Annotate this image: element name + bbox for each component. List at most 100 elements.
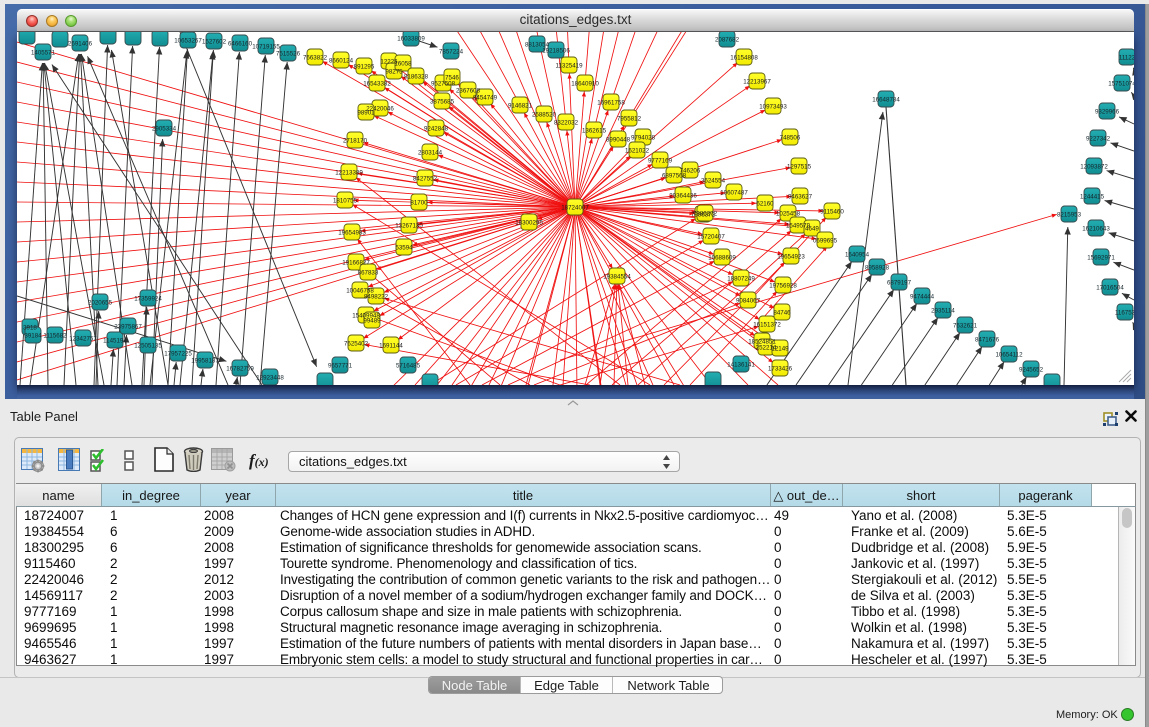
svg-text:8990448: 8990448 [606, 137, 631, 144]
svg-text:53594: 53594 [395, 245, 413, 252]
svg-text:1145194: 1145194 [103, 338, 127, 345]
svg-text:9242848: 9242848 [424, 126, 449, 133]
svg-text:5716485: 5716485 [396, 363, 421, 370]
svg-text:12149: 12149 [771, 346, 789, 353]
svg-text:18724007: 18724007 [561, 205, 589, 212]
svg-text:9245652: 9245652 [1019, 367, 1044, 374]
svg-text:15692971: 15692971 [1087, 255, 1115, 262]
svg-text:98901: 98901 [357, 110, 375, 117]
svg-text:9227342: 9227342 [1086, 136, 1111, 143]
svg-text:10973493: 10973493 [759, 104, 787, 111]
svg-text:748506: 748506 [780, 135, 801, 142]
svg-text:9146821: 9146821 [508, 103, 533, 110]
svg-text:6466160: 6466160 [228, 41, 253, 48]
svg-text:10688609: 10688609 [708, 255, 736, 262]
svg-text:8660124: 8660124 [329, 58, 354, 65]
svg-text:39184: 39184 [24, 333, 42, 340]
svg-text:10607487: 10607487 [720, 190, 748, 197]
svg-text:8471676: 8471676 [975, 337, 1000, 344]
svg-text:62160: 62160 [756, 201, 774, 208]
svg-text:746206: 746206 [680, 168, 701, 175]
svg-text:1297515: 1297515 [787, 164, 812, 171]
svg-text:1733426: 1733426 [768, 366, 793, 373]
svg-text:8186328: 8186328 [404, 74, 429, 81]
svg-text:2588520: 2588520 [532, 112, 557, 119]
svg-text:7663822: 7663822 [303, 55, 328, 62]
svg-text:18300295: 18300295 [515, 220, 543, 227]
svg-text:2367608: 2367608 [456, 88, 481, 95]
svg-text:7986372: 7986372 [693, 211, 718, 218]
svg-text:9777169: 9777169 [648, 158, 673, 165]
svg-text:8958928: 8958928 [865, 265, 890, 272]
svg-text:1810755: 1810755 [333, 198, 358, 205]
svg-text:8498222: 8498222 [364, 294, 389, 301]
svg-text:1640954: 1640954 [845, 252, 870, 259]
svg-text:1244415: 1244415 [1080, 194, 1105, 201]
svg-text:23975867: 23975867 [114, 324, 142, 331]
svg-text:19654983: 19654983 [338, 230, 366, 237]
svg-text:7546: 7546 [445, 75, 459, 82]
svg-text:20364436: 20364436 [669, 193, 697, 200]
svg-text:12505135: 12505135 [134, 343, 162, 350]
svg-text:3918: 3918 [23, 325, 37, 332]
svg-text:8427552: 8427552 [413, 176, 438, 183]
svg-text:17957225: 17957225 [164, 351, 192, 358]
svg-text:16033809: 16033809 [397, 36, 425, 43]
svg-text:1691144: 1691144 [379, 343, 403, 350]
svg-text:9474444: 9474444 [910, 294, 935, 301]
svg-text:13267130: 13267130 [395, 223, 423, 230]
svg-text:11122: 11122 [1119, 55, 1134, 62]
svg-text:1362615: 1362615 [582, 128, 607, 135]
svg-text:18807249: 18807249 [727, 276, 755, 283]
svg-text:6879197: 6879197 [887, 280, 912, 287]
svg-text:9329966: 9329966 [1095, 109, 1120, 116]
svg-text:16782759: 16782759 [226, 366, 254, 373]
svg-text:12093872: 12093872 [1080, 164, 1108, 171]
svg-text:16154808: 16154808 [730, 55, 758, 62]
svg-text:2718170: 2718170 [343, 138, 368, 145]
svg-text:18640910: 18640910 [571, 81, 599, 88]
svg-text:16151372: 16151372 [753, 322, 781, 329]
svg-text:9115460: 9115460 [820, 209, 844, 216]
svg-text:2020655: 2020655 [88, 300, 113, 307]
svg-text:10719155: 10719155 [252, 44, 280, 51]
svg-text:3875685: 3875685 [430, 99, 455, 106]
svg-text:19384554: 19384554 [603, 274, 631, 281]
svg-text:16210643: 16210643 [1082, 226, 1110, 233]
svg-text:16058: 16058 [394, 61, 412, 68]
svg-text:10654112: 10654112 [995, 352, 1023, 359]
svg-text:16648784: 16648784 [872, 97, 900, 104]
svg-text:19654923: 19654923 [777, 254, 805, 261]
svg-text:1621022: 1621022 [625, 148, 650, 155]
svg-text:19166827: 19166827 [342, 260, 370, 267]
svg-text:9084067: 9084067 [736, 298, 761, 305]
svg-text:867833: 867833 [358, 270, 379, 277]
svg-text:9527508: 9527508 [431, 81, 456, 88]
svg-text:2935114: 2935114 [931, 308, 955, 315]
svg-text:19958187: 19958187 [191, 358, 219, 365]
svg-text:9463627: 9463627 [788, 194, 813, 201]
svg-text:15720407: 15720407 [697, 234, 725, 241]
svg-text:7857224: 7857224 [439, 49, 464, 56]
svg-text:0699695: 0699695 [813, 238, 838, 245]
svg-text:2905334: 2905334 [152, 126, 177, 133]
svg-text:116753: 116753 [1115, 310, 1134, 317]
svg-text:2691406: 2691406 [68, 41, 93, 48]
svg-text:1405571: 1405571 [31, 50, 56, 57]
svg-text:14136141: 14136141 [727, 362, 755, 369]
svg-text:12342757: 12342757 [69, 336, 97, 343]
svg-text:2087682: 2087682 [715, 37, 740, 44]
svg-text:12213389: 12213389 [335, 170, 363, 177]
svg-text:8322032: 8322032 [554, 120, 579, 127]
svg-text:7625402: 7625402 [344, 341, 369, 348]
svg-text:8454749: 8454749 [473, 95, 498, 102]
svg-text:12923448: 12923448 [256, 375, 284, 382]
svg-text:11325419: 11325419 [555, 63, 583, 70]
svg-text:7955812: 7955812 [617, 116, 642, 123]
svg-text:98275: 98275 [385, 69, 403, 76]
svg-text:4649: 4649 [805, 226, 819, 233]
svg-text:12213967: 12213967 [743, 79, 771, 86]
svg-text:1115682: 1115682 [43, 333, 67, 340]
svg-text:1527602: 1527602 [202, 39, 227, 46]
svg-text:16961758: 16961758 [597, 100, 625, 107]
